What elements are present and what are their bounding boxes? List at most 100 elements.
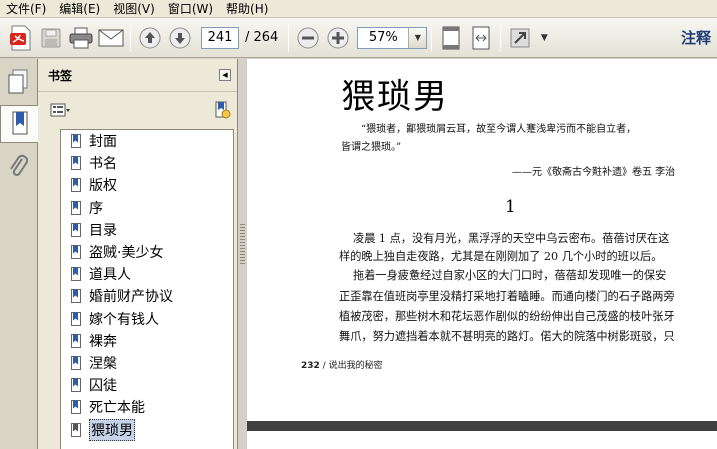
bookmarks-title: 书签	[48, 68, 73, 83]
epigraph-line: 皆谓之猥琐。”	[341, 142, 402, 153]
zoom-value[interactable]: 57%	[358, 28, 408, 48]
bookmark-icon	[12, 111, 27, 135]
splitter-grip[interactable]	[240, 224, 245, 264]
fit-width-icon	[472, 26, 490, 49]
bookmark-icon	[71, 200, 81, 215]
toolbar-options-button[interactable]: ▼	[535, 22, 553, 54]
bookmark-item[interactable]: 囚徒	[61, 374, 233, 396]
collapse-panel-button[interactable]: ◀	[219, 69, 231, 81]
bookmark-label: 死亡本能	[89, 400, 145, 417]
pages-icon	[8, 69, 28, 94]
footer-text: / 说出我的秘密	[322, 361, 383, 371]
menu-view[interactable]: 视图(V)	[107, 0, 162, 18]
toolbar-separator	[431, 23, 433, 52]
bookmark-icon	[71, 245, 81, 260]
body-line: 凌晨 1 点，没有月光，黑浮浮的天空中乌云密布。蓓蓓讨厌在这	[353, 232, 670, 245]
zoom-in-button[interactable]	[323, 22, 353, 54]
bookmark-item[interactable]: 序	[61, 197, 233, 219]
document-page: 猥琐男 “猥琐者，鄙猥琐屑云耳，故至今谓人蹇浅卑污而不能自立者， 皆谓之猥琐。”…	[247, 59, 717, 421]
bookmark-label: 封面	[89, 134, 117, 151]
bookmark-label: 婚前财产协议	[89, 289, 173, 306]
body-line: 正歪靠在值班岗亭里没精打采地打着瞌睡。而通向楼门的石子路两旁	[339, 290, 675, 303]
pages-tab[interactable]	[0, 63, 36, 101]
bookmarks-tab[interactable]	[0, 105, 38, 143]
bookmark-icon	[71, 222, 81, 237]
panel-splitter[interactable]	[238, 59, 247, 449]
bookmark-label: 序	[89, 200, 103, 217]
bookmark-find-icon	[215, 101, 231, 119]
bookmark-item[interactable]: 婚前财产协议	[61, 285, 233, 307]
menu-bar: 文件(F) 编辑(E) 视图(V) 窗口(W) 帮助(H)	[0, 0, 717, 18]
menu-file[interactable]: 文件(F)	[0, 0, 53, 18]
expand-icon	[510, 28, 530, 47]
zoom-out-button[interactable]	[293, 22, 323, 54]
body-line: 样的晚上独自走夜路，尤其是在刚刚加了 20 几个小时的班以后。	[339, 250, 663, 263]
bookmark-item[interactable]: 嫁个有钱人	[61, 308, 233, 330]
bookmark-item[interactable]: 道具人	[61, 263, 233, 285]
bookmark-icon	[71, 311, 81, 326]
bookmark-icon	[71, 400, 81, 415]
fit-width-button[interactable]	[466, 22, 496, 54]
bookmark-label: 道具人	[89, 267, 131, 284]
bookmark-label: 涅槃	[89, 355, 117, 372]
bookmark-icon	[71, 378, 81, 393]
expand-bookmark-button[interactable]	[213, 101, 231, 119]
print-button[interactable]	[66, 22, 96, 54]
envelope-icon	[98, 29, 124, 46]
bookmarks-header: 书签 ◀	[38, 59, 237, 92]
menu-window[interactable]: 窗口(W)	[162, 0, 220, 18]
bookmark-item[interactable]: 死亡本能	[61, 396, 233, 418]
next-page	[247, 431, 717, 449]
page-total: / 264	[245, 30, 279, 45]
bookmark-label: 囚徒	[89, 378, 117, 395]
save-button[interactable]	[36, 22, 66, 54]
bookmark-item[interactable]: 版权	[61, 174, 233, 196]
toolbar-separator	[130, 23, 131, 52]
epigraph-line: “猥琐者，鄙猥琐屑云耳，故至今谓人蹇浅卑污而不能自立者，	[361, 124, 637, 135]
bookmark-item[interactable]: 封面	[61, 130, 233, 152]
plus-circle-icon	[327, 27, 349, 48]
body-line: 植被茂密，那些树木和花坛恶作剧似的纷纷伸出自己茂盛的枝叶张牙	[339, 310, 675, 323]
zoom-select[interactable]: 57% ▼	[357, 26, 428, 49]
body-line: 拖着一身疲惫经过自家小区的大门口时，蓓蓓却发现唯一的保安	[353, 269, 667, 282]
bookmark-label: 裸奔	[89, 333, 117, 350]
page-number-input[interactable]: 241	[201, 26, 239, 49]
bookmarks-toolbar	[38, 92, 237, 128]
email-button[interactable]	[96, 22, 126, 54]
menu-help[interactable]: 帮助(H)	[220, 0, 275, 18]
bookmark-icon	[71, 178, 81, 193]
arrow-up-icon	[139, 27, 161, 48]
bookmark-item[interactable]: 盗贼·美少女	[61, 241, 233, 263]
bookmark-item[interactable]: 猥琐男	[61, 418, 233, 441]
epigraph-source: ——元《敬斋古今黈补遗》卷五 李治	[512, 167, 676, 178]
caret-down-icon: ▼	[540, 32, 548, 43]
bookmark-item[interactable]: 目录	[61, 219, 233, 241]
bookmark-label: 盗贼·美少女	[89, 245, 164, 262]
annotate-button[interactable]: 注释	[681, 18, 711, 58]
bookmark-list: 封面书名 版权序目录盗贼·美少女 道具人婚前财产协议 嫁个有钱人裸奔涅槃囚徒死亡本能猥…	[60, 129, 234, 449]
bookmark-label: 书名	[89, 156, 117, 173]
paperclip-icon	[10, 154, 28, 176]
attachments-tab[interactable]	[0, 147, 36, 185]
menu-edit[interactable]: 编辑(E)	[53, 0, 107, 18]
full-screen-button[interactable]	[505, 22, 535, 54]
chapter-title: 猥琐男	[341, 77, 449, 117]
bookmark-item[interactable]: 裸奔	[61, 330, 233, 352]
toolbar: 241 / 264 57% ▼ ▼ 注释	[0, 18, 717, 58]
bookmark-item[interactable]: 书名	[61, 152, 233, 174]
acrobat-window: 文件(F) 编辑(E) 视图(V) 窗口(W) 帮助(H) 241 / 264 …	[0, 0, 717, 449]
document-view[interactable]: 猥琐男 “猥琐者，鄙猥琐屑云耳，故至今谓人蹇浅卑污而不能自立者， 皆谓之猥琐。”…	[247, 59, 717, 449]
bookmark-icon	[71, 289, 81, 304]
fit-page-button[interactable]	[436, 22, 466, 54]
bookmark-icon	[71, 134, 81, 149]
previous-page-button[interactable]	[135, 22, 165, 54]
bookmark-item[interactable]: 涅槃	[61, 352, 233, 374]
page-separator	[247, 421, 717, 431]
chevron-down-icon[interactable]: ▼	[408, 27, 427, 48]
create-pdf-button[interactable]	[6, 22, 36, 54]
bookmark-icon	[71, 267, 81, 282]
next-page-button[interactable]	[165, 22, 195, 54]
bookmark-options-button[interactable]	[50, 103, 70, 117]
bookmark-label: 嫁个有钱人	[89, 311, 159, 328]
bookmark-label: 目录	[89, 222, 117, 239]
